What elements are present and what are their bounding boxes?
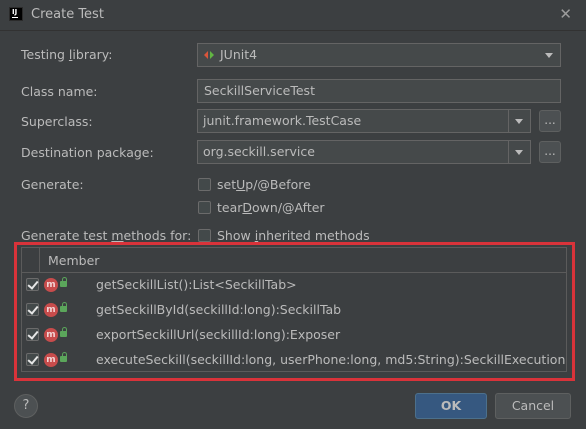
lock-icon: [60, 302, 67, 312]
method-signature: getSeckillById(seckillId:long):SeckillTa…: [96, 302, 342, 317]
class-name-label: Class name:: [21, 84, 98, 99]
members-table: Member m getSeckillList():List<SeckillTa…: [21, 247, 567, 372]
method-signature: exportSeckillUrl(seckillId:long):Exposer: [96, 327, 341, 342]
destination-package-label: Destination package:: [21, 145, 154, 160]
cancel-button[interactable]: Cancel: [495, 393, 571, 419]
chevron-down-icon: [515, 150, 523, 155]
row-checkbox[interactable]: [26, 353, 39, 366]
superclass-browse-button[interactable]: ...: [539, 110, 561, 132]
member-column-header[interactable]: Member: [48, 253, 99, 268]
superclass-combo[interactable]: junit.framework.TestCase: [197, 109, 531, 133]
method-icon: m: [44, 328, 58, 342]
setup-checkbox[interactable]: [198, 178, 211, 191]
method-signature: executeSeckill(seckillId:long, userPhone…: [96, 352, 566, 367]
superclass-dropdown-arrow[interactable]: [508, 110, 530, 132]
destination-package-browse-button[interactable]: ...: [539, 141, 561, 163]
row-checkbox[interactable]: [26, 303, 39, 316]
title-bar: IJ Create Test ✕: [0, 0, 586, 31]
junit-icon: [204, 51, 214, 59]
show-inherited-label[interactable]: Show inherited methods: [217, 228, 370, 243]
teardown-label[interactable]: tearDown/@After: [217, 200, 325, 215]
class-name-input[interactable]: SeckillServiceTest: [197, 79, 561, 103]
lock-icon: [60, 277, 67, 287]
superclass-label: Superclass:: [21, 114, 93, 129]
show-inherited-checkbox[interactable]: [198, 229, 211, 242]
table-row[interactable]: m getSeckillById(seckillId:long):Seckill…: [22, 298, 566, 322]
chevron-down-icon: [515, 119, 523, 124]
generate-label: Generate:: [21, 177, 84, 192]
testing-library-select[interactable]: JUnit4: [197, 43, 561, 67]
method-icon: m: [44, 353, 58, 367]
lock-icon: [60, 327, 67, 337]
destination-package-value: org.seckill.service: [203, 144, 315, 159]
row-checkbox[interactable]: [26, 328, 39, 341]
intellij-app-icon: IJ: [9, 7, 23, 21]
chevron-down-icon: [545, 53, 553, 58]
header-separator: [39, 248, 40, 272]
help-button[interactable]: ?: [14, 394, 38, 418]
close-icon[interactable]: ✕: [559, 5, 572, 23]
setup-label[interactable]: setUp/@Before: [217, 177, 311, 192]
table-header: Member: [22, 248, 566, 273]
testing-library-value: JUnit4: [220, 47, 258, 62]
lock-icon: [60, 352, 67, 362]
superclass-value: junit.framework.TestCase: [203, 113, 362, 128]
ok-button[interactable]: OK: [415, 393, 487, 419]
method-icon: m: [44, 303, 58, 317]
generate-methods-label: Generate test methods for:: [21, 228, 192, 243]
method-signature: getSeckillList():List<SeckillTab>: [96, 277, 297, 292]
testing-library-label: Testing library:: [21, 47, 113, 62]
create-test-dialog: IJ Create Test ✕ Testing library: JUnit4…: [0, 0, 586, 429]
row-checkbox[interactable]: [26, 278, 39, 291]
teardown-checkbox[interactable]: [198, 201, 211, 214]
table-row[interactable]: m executeSeckill(seckillId:long, userPho…: [22, 348, 566, 372]
destination-package-dropdown-arrow[interactable]: [508, 141, 530, 163]
destination-package-combo[interactable]: org.seckill.service: [197, 140, 531, 164]
dropdown-arrow[interactable]: [539, 44, 560, 66]
method-icon: m: [44, 278, 58, 292]
table-row[interactable]: m exportSeckillUrl(seckillId:long):Expos…: [22, 323, 566, 347]
table-row[interactable]: m getSeckillList():List<SeckillTab>: [22, 273, 566, 297]
dialog-title: Create Test: [31, 7, 104, 22]
